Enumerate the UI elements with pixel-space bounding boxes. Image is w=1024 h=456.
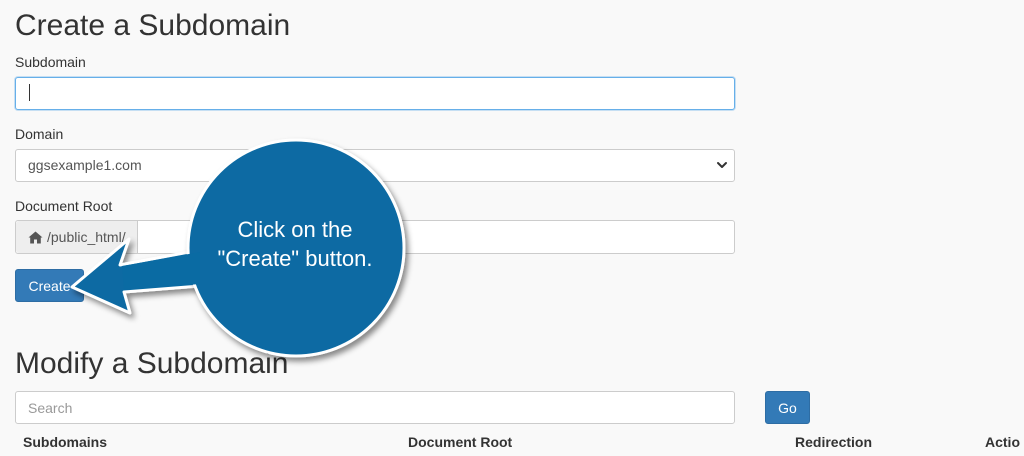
column-header-document-root[interactable]: Document Root: [408, 434, 512, 450]
document-root-prefix-text: /public_html/: [47, 229, 126, 245]
column-header-subdomains[interactable]: Subdomains: [23, 434, 107, 450]
domain-select[interactable]: ggsexample1.com: [15, 149, 735, 182]
domain-selected-value: ggsexample1.com: [28, 157, 142, 173]
document-root-group: /public_html/: [15, 220, 735, 254]
subdomain-input[interactable]: [15, 77, 735, 110]
document-root-input[interactable]: [137, 221, 734, 253]
modify-subdomain-heading: Modify a Subdomain: [15, 347, 289, 380]
subdomain-label: Subdomain: [15, 54, 86, 70]
search-input[interactable]: [15, 391, 735, 424]
home-icon: [28, 231, 43, 243]
document-root-label: Document Root: [15, 198, 113, 214]
document-root-prefix: /public_html/: [16, 221, 138, 253]
text-caret: [29, 84, 30, 101]
domain-label: Domain: [15, 126, 64, 142]
column-header-redirection[interactable]: Redirection: [795, 434, 872, 450]
go-button[interactable]: Go: [765, 391, 810, 424]
create-subdomain-heading: Create a Subdomain: [15, 9, 291, 42]
column-header-actions[interactable]: Actio: [985, 434, 1020, 450]
chevron-down-icon: [717, 162, 727, 168]
create-button[interactable]: Create: [15, 269, 84, 302]
